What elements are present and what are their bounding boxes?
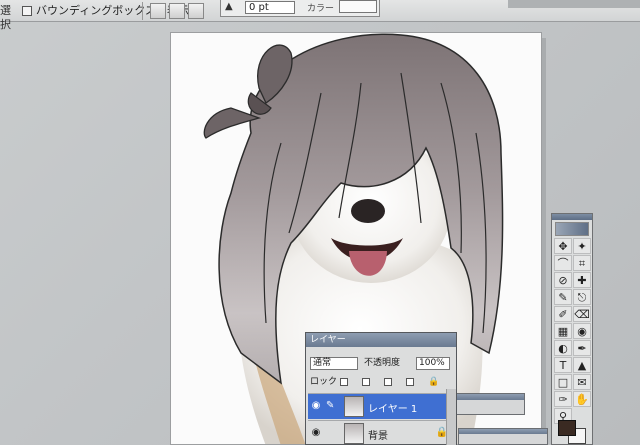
eraser-icon: ⌫ <box>574 308 590 321</box>
history-brush-icon: ✐ <box>558 308 568 321</box>
magic-wand-icon: ✦ <box>577 240 587 253</box>
type-icon: T <box>559 359 567 372</box>
healing-brush-tool-button[interactable]: ✚ <box>573 272 591 288</box>
hand-icon: ✋ <box>575 393 589 406</box>
secondary-panel[interactable] <box>455 393 525 415</box>
blend-mode-select[interactable]: 通常 <box>310 357 358 370</box>
tools-palette: ✥ ✦ ⌒ ⌗ ⊘ ✚ ✎ ⎋ ✐ ⌫ ▦ ◉ ◐ ✒ T ▲ □ ✉ ✑ ✋ ⚲ <box>551 213 593 445</box>
opacity-label: 不透明度 <box>364 358 401 368</box>
slice-icon: ⊘ <box>558 274 568 287</box>
type-tool-button[interactable]: T <box>554 357 572 373</box>
align-right-button[interactable] <box>188 3 204 19</box>
brush-tool-button[interactable]: ✎ <box>554 289 572 305</box>
eraser-tool-button[interactable]: ⌫ <box>573 306 591 322</box>
color-swatches <box>558 420 588 444</box>
eye-icon[interactable]: ◉ <box>310 427 322 439</box>
lock-all-checkbox[interactable] <box>406 378 414 386</box>
tertiary-panel[interactable] <box>458 428 548 445</box>
secondary-panel-titlebar[interactable] <box>456 394 524 400</box>
color-swatch[interactable] <box>339 0 377 13</box>
eye-icon[interactable]: ◉ <box>310 400 322 412</box>
tertiary-panel-titlebar[interactable] <box>459 429 547 434</box>
select-label: 選択 <box>0 4 11 31</box>
lock-label: ロック <box>310 377 338 387</box>
notes-tool-button[interactable]: ✉ <box>573 374 591 390</box>
layers-scrollbar[interactable] <box>446 389 456 445</box>
lock-row: ロック 🔒 <box>310 375 454 389</box>
brush-icon: ✎ <box>558 291 568 304</box>
opacity-input[interactable]: 100% <box>416 357 450 370</box>
pen-tool-button[interactable]: ✒ <box>573 340 591 356</box>
dodge-tool-button[interactable]: ◐ <box>554 340 572 356</box>
lock-position-checkbox[interactable] <box>384 378 392 386</box>
bounding-box-checkbox[interactable] <box>22 6 32 16</box>
magic-wand-tool-button[interactable]: ✦ <box>573 238 591 254</box>
stroke-weight-icon: ▲ <box>225 1 233 12</box>
lock-transparency-checkbox[interactable] <box>340 378 348 386</box>
history-brush-tool-button[interactable]: ✐ <box>554 306 572 322</box>
path-select-tool-button[interactable]: ▲ <box>573 357 591 373</box>
layer-row[interactable]: ◉ 背景 🔒 <box>308 420 454 445</box>
pen-icon: ✒ <box>577 342 587 355</box>
lock-image-checkbox[interactable] <box>362 378 370 386</box>
align-buttons <box>150 3 204 19</box>
lasso-tool-button[interactable]: ⌒ <box>554 255 572 271</box>
hand-tool-button[interactable]: ✋ <box>573 391 591 407</box>
brush-icon: ✎ <box>326 400 335 411</box>
stroke-weight-input[interactable]: 0 pt <box>245 1 295 14</box>
path-select-icon: ▲ <box>577 359 587 372</box>
blur-tool-button[interactable]: ◉ <box>573 323 591 339</box>
layer-name: レイヤー 1 <box>368 404 418 415</box>
healing-brush-icon: ✚ <box>577 274 587 287</box>
layer-thumbnail <box>344 396 364 417</box>
dog-nose <box>351 199 385 223</box>
blur-icon: ◉ <box>577 325 587 338</box>
layer-thumbnail <box>344 423 364 444</box>
shape-icon: □ <box>557 376 569 389</box>
shape-tool-button[interactable]: □ <box>554 374 572 390</box>
layers-tab[interactable]: レイヤー <box>306 333 456 347</box>
foreground-color-swatch[interactable] <box>558 420 576 436</box>
tools-grid: ✥ ✦ ⌒ ⌗ ⊘ ✚ ✎ ⎋ ✐ ⌫ ▦ ◉ ◐ ✒ T ▲ □ ✉ ✑ ✋ ⚲ <box>552 238 592 424</box>
separator <box>142 2 143 20</box>
gradient-icon: ▦ <box>557 325 569 338</box>
palette-well <box>508 0 640 8</box>
move-icon: ✥ <box>558 240 568 253</box>
align-left-button[interactable] <box>150 3 166 19</box>
stroke-panel: ▲ 0 pt カラー <box>220 0 380 17</box>
layer-name: 背景 <box>368 431 388 442</box>
options-bar: 選択 バウンディングボックスを表示 ▲ 0 pt カラー <box>0 0 640 31</box>
crop-tool-button[interactable]: ⌗ <box>573 255 591 271</box>
tools-palette-titlebar[interactable] <box>552 214 592 220</box>
slice-tool-button[interactable]: ⊘ <box>554 272 572 288</box>
lasso-icon: ⌒ <box>557 257 569 270</box>
gradient-tool-button[interactable]: ▦ <box>554 323 572 339</box>
align-center-button[interactable] <box>169 3 185 19</box>
layers-tab-label: レイヤー <box>310 335 346 345</box>
notes-icon: ✉ <box>577 376 587 389</box>
dodge-icon: ◐ <box>558 342 568 355</box>
layer-row[interactable]: ◉ ✎ レイヤー 1 <box>308 393 454 419</box>
layers-palette: レイヤー 通常 不透明度 100% ロック 🔒 ◉ ✎ レイヤー 1 ◉ 背景 … <box>305 332 457 445</box>
eyedropper-icon: ✑ <box>558 393 568 406</box>
eyedropper-tool-button[interactable]: ✑ <box>554 391 572 407</box>
app-logo[interactable] <box>555 222 589 236</box>
crop-icon: ⌗ <box>578 257 586 270</box>
stamp-icon: ⎋ <box>577 291 587 304</box>
blend-row: 通常 不透明度 100% <box>310 357 454 371</box>
color-label: カラー <box>307 4 335 14</box>
lock-icon: 🔒 <box>428 377 440 387</box>
stamp-tool-button[interactable]: ⎋ <box>573 289 591 305</box>
move-tool-button[interactable]: ✥ <box>554 238 572 254</box>
